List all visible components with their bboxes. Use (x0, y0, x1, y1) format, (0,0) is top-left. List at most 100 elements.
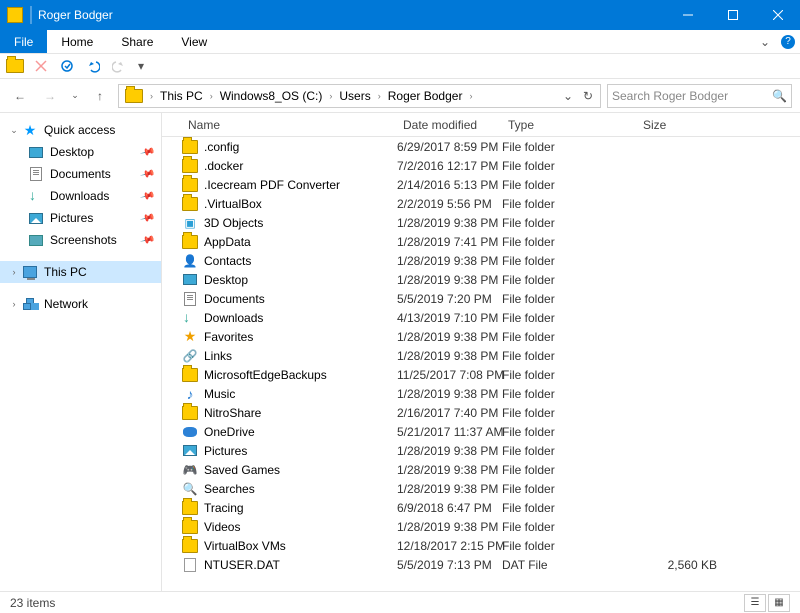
column-size[interactable]: Size (637, 118, 737, 132)
file-name: Videos (198, 520, 397, 534)
folder-icon (182, 367, 198, 383)
file-size: 2,560 KB (637, 558, 727, 572)
column-date[interactable]: Date modified (397, 118, 502, 132)
close-button[interactable] (755, 0, 800, 30)
file-row[interactable]: .VirtualBox2/2/2019 5:56 PMFile folder (162, 194, 800, 213)
desktop-icon (182, 272, 198, 288)
file-row[interactable]: NTUSER.DAT5/5/2019 7:13 PMDAT File2,560 … (162, 555, 800, 574)
file-type: File folder (502, 501, 637, 515)
tree-label: Downloads (46, 189, 109, 203)
sidebar-item[interactable]: Pictures📌 (0, 207, 161, 229)
breadcrumb-this-pc[interactable]: This PC (156, 89, 207, 103)
chevron-right-icon[interactable]: › (207, 91, 216, 101)
details-view-button[interactable]: ☰ (744, 594, 766, 612)
breadcrumb-current[interactable]: Roger Bodger (384, 89, 467, 103)
qat-customize-button[interactable]: ▾ (134, 55, 148, 77)
up-button[interactable]: ↑ (88, 84, 112, 108)
file-row[interactable]: 🎮Saved Games1/28/2019 9:38 PMFile folder (162, 460, 800, 479)
menu-view[interactable]: View (167, 30, 221, 53)
file-row[interactable]: ▣3D Objects1/28/2019 9:38 PMFile folder (162, 213, 800, 232)
address-dropdown-button[interactable]: ⌄ (558, 86, 578, 106)
navigation-row: ← → ⌄ ↑ › This PC › Windows8_OS (C:) › U… (0, 79, 800, 113)
expand-icon[interactable]: › (8, 299, 20, 309)
file-row[interactable]: NitroShare2/16/2017 7:40 PMFile folder (162, 403, 800, 422)
chevron-right-icon[interactable]: › (466, 91, 475, 101)
expand-icon[interactable]: › (8, 267, 20, 277)
search-input[interactable] (612, 89, 772, 103)
file-row[interactable]: OneDrive5/21/2017 11:37 AMFile folder (162, 422, 800, 441)
folder-icon (182, 519, 198, 535)
cut-button[interactable] (30, 55, 52, 77)
tree-quick-access[interactable]: ⌄ ★ Quick access (0, 119, 161, 141)
breadcrumb-drive[interactable]: Windows8_OS (C:) (216, 89, 327, 103)
file-row[interactable]: 🔗Links1/28/2019 9:38 PMFile folder (162, 346, 800, 365)
chevron-right-icon[interactable]: › (375, 91, 384, 101)
file-row[interactable]: Pictures1/28/2019 9:38 PMFile folder (162, 441, 800, 460)
new-folder-button[interactable] (4, 55, 26, 77)
tree-label: Documents (46, 167, 111, 181)
collapse-icon[interactable]: ⌄ (8, 125, 20, 136)
breadcrumb-users[interactable]: Users (335, 89, 374, 103)
refresh-button[interactable]: ↻ (578, 86, 598, 106)
file-date: 4/13/2019 7:10 PM (397, 311, 502, 325)
properties-button[interactable] (56, 55, 78, 77)
file-row[interactable]: Downloads4/13/2019 7:10 PMFile folder (162, 308, 800, 327)
file-row[interactable]: Tracing6/9/2018 6:47 PMFile folder (162, 498, 800, 517)
file-type: File folder (502, 406, 637, 420)
pin-icon: 📌 (139, 232, 155, 248)
minimize-button[interactable] (665, 0, 710, 30)
undo-button[interactable] (82, 55, 104, 77)
file-rows[interactable]: .config6/29/2017 8:59 PMFile folder.dock… (162, 137, 800, 591)
file-row[interactable]: ★Favorites1/28/2019 9:38 PMFile folder (162, 327, 800, 346)
help-button[interactable]: ? (776, 30, 800, 53)
history-dropdown[interactable]: ⌄ (68, 84, 82, 108)
search-box[interactable]: 🔍 (607, 84, 792, 108)
maximize-button[interactable] (710, 0, 755, 30)
file-row[interactable]: .config6/29/2017 8:59 PMFile folder (162, 137, 800, 156)
doc-icon (182, 291, 198, 307)
chevron-right-icon[interactable]: › (326, 91, 335, 101)
file-row[interactable]: .Icecream PDF Converter2/14/2016 5:13 PM… (162, 175, 800, 194)
menu-share[interactable]: Share (107, 30, 167, 53)
menu-file[interactable]: File (0, 30, 47, 53)
file-row[interactable]: .docker7/2/2016 12:17 PMFile folder (162, 156, 800, 175)
file-type: File folder (502, 463, 637, 477)
file-row[interactable]: VirtualBox VMs12/18/2017 2:15 PMFile fol… (162, 536, 800, 555)
thumbnails-view-button[interactable]: ▦ (768, 594, 790, 612)
sidebar-item[interactable]: Downloads📌 (0, 185, 161, 207)
folder-icon (182, 139, 198, 155)
link-icon: 🔗 (182, 348, 198, 364)
sidebar-item[interactable]: Screenshots 📌 (0, 229, 161, 251)
back-button[interactable]: ← (8, 84, 32, 108)
file-date: 1/28/2019 9:38 PM (397, 463, 502, 477)
file-row[interactable]: MicrosoftEdgeBackups11/25/2017 7:08 PMFi… (162, 365, 800, 384)
file-row[interactable]: 👤Contacts1/28/2019 9:38 PMFile folder (162, 251, 800, 270)
tree-network[interactable]: › Network (0, 293, 161, 315)
tree-label: Screenshots (46, 233, 117, 247)
menu-home[interactable]: Home (47, 30, 107, 53)
column-name[interactable]: Name (182, 118, 397, 132)
navigation-pane[interactable]: ⌄ ★ Quick access Desktop📌Documents📌Downl… (0, 113, 162, 591)
address-bar[interactable]: › This PC › Windows8_OS (C:) › Users › R… (118, 84, 601, 108)
redo-button[interactable] (108, 55, 130, 77)
file-row[interactable]: 🔍Searches1/28/2019 9:38 PMFile folder (162, 479, 800, 498)
file-row[interactable]: Videos1/28/2019 9:38 PMFile folder (162, 517, 800, 536)
file-row[interactable]: Documents5/5/2019 7:20 PMFile folder (162, 289, 800, 308)
forward-button[interactable]: → (38, 84, 62, 108)
this-pc-icon (22, 264, 38, 280)
chevron-right-icon[interactable]: › (147, 91, 156, 101)
file-type: DAT File (502, 558, 637, 572)
file-name: Links (198, 349, 397, 363)
tree-label: Network (40, 297, 88, 311)
file-date: 1/28/2019 9:38 PM (397, 387, 502, 401)
sidebar-item[interactable]: Documents📌 (0, 163, 161, 185)
column-type[interactable]: Type (502, 118, 637, 132)
sidebar-item[interactable]: Desktop📌 (0, 141, 161, 163)
ribbon-expand-button[interactable]: ⌄ (754, 30, 776, 53)
file-row[interactable]: Desktop1/28/2019 9:38 PMFile folder (162, 270, 800, 289)
file-row[interactable]: ♪Music1/28/2019 9:38 PMFile folder (162, 384, 800, 403)
file-type: File folder (502, 425, 637, 439)
file-type: File folder (502, 539, 637, 553)
file-row[interactable]: AppData1/28/2019 7:41 PMFile folder (162, 232, 800, 251)
tree-this-pc[interactable]: › This PC (0, 261, 161, 283)
